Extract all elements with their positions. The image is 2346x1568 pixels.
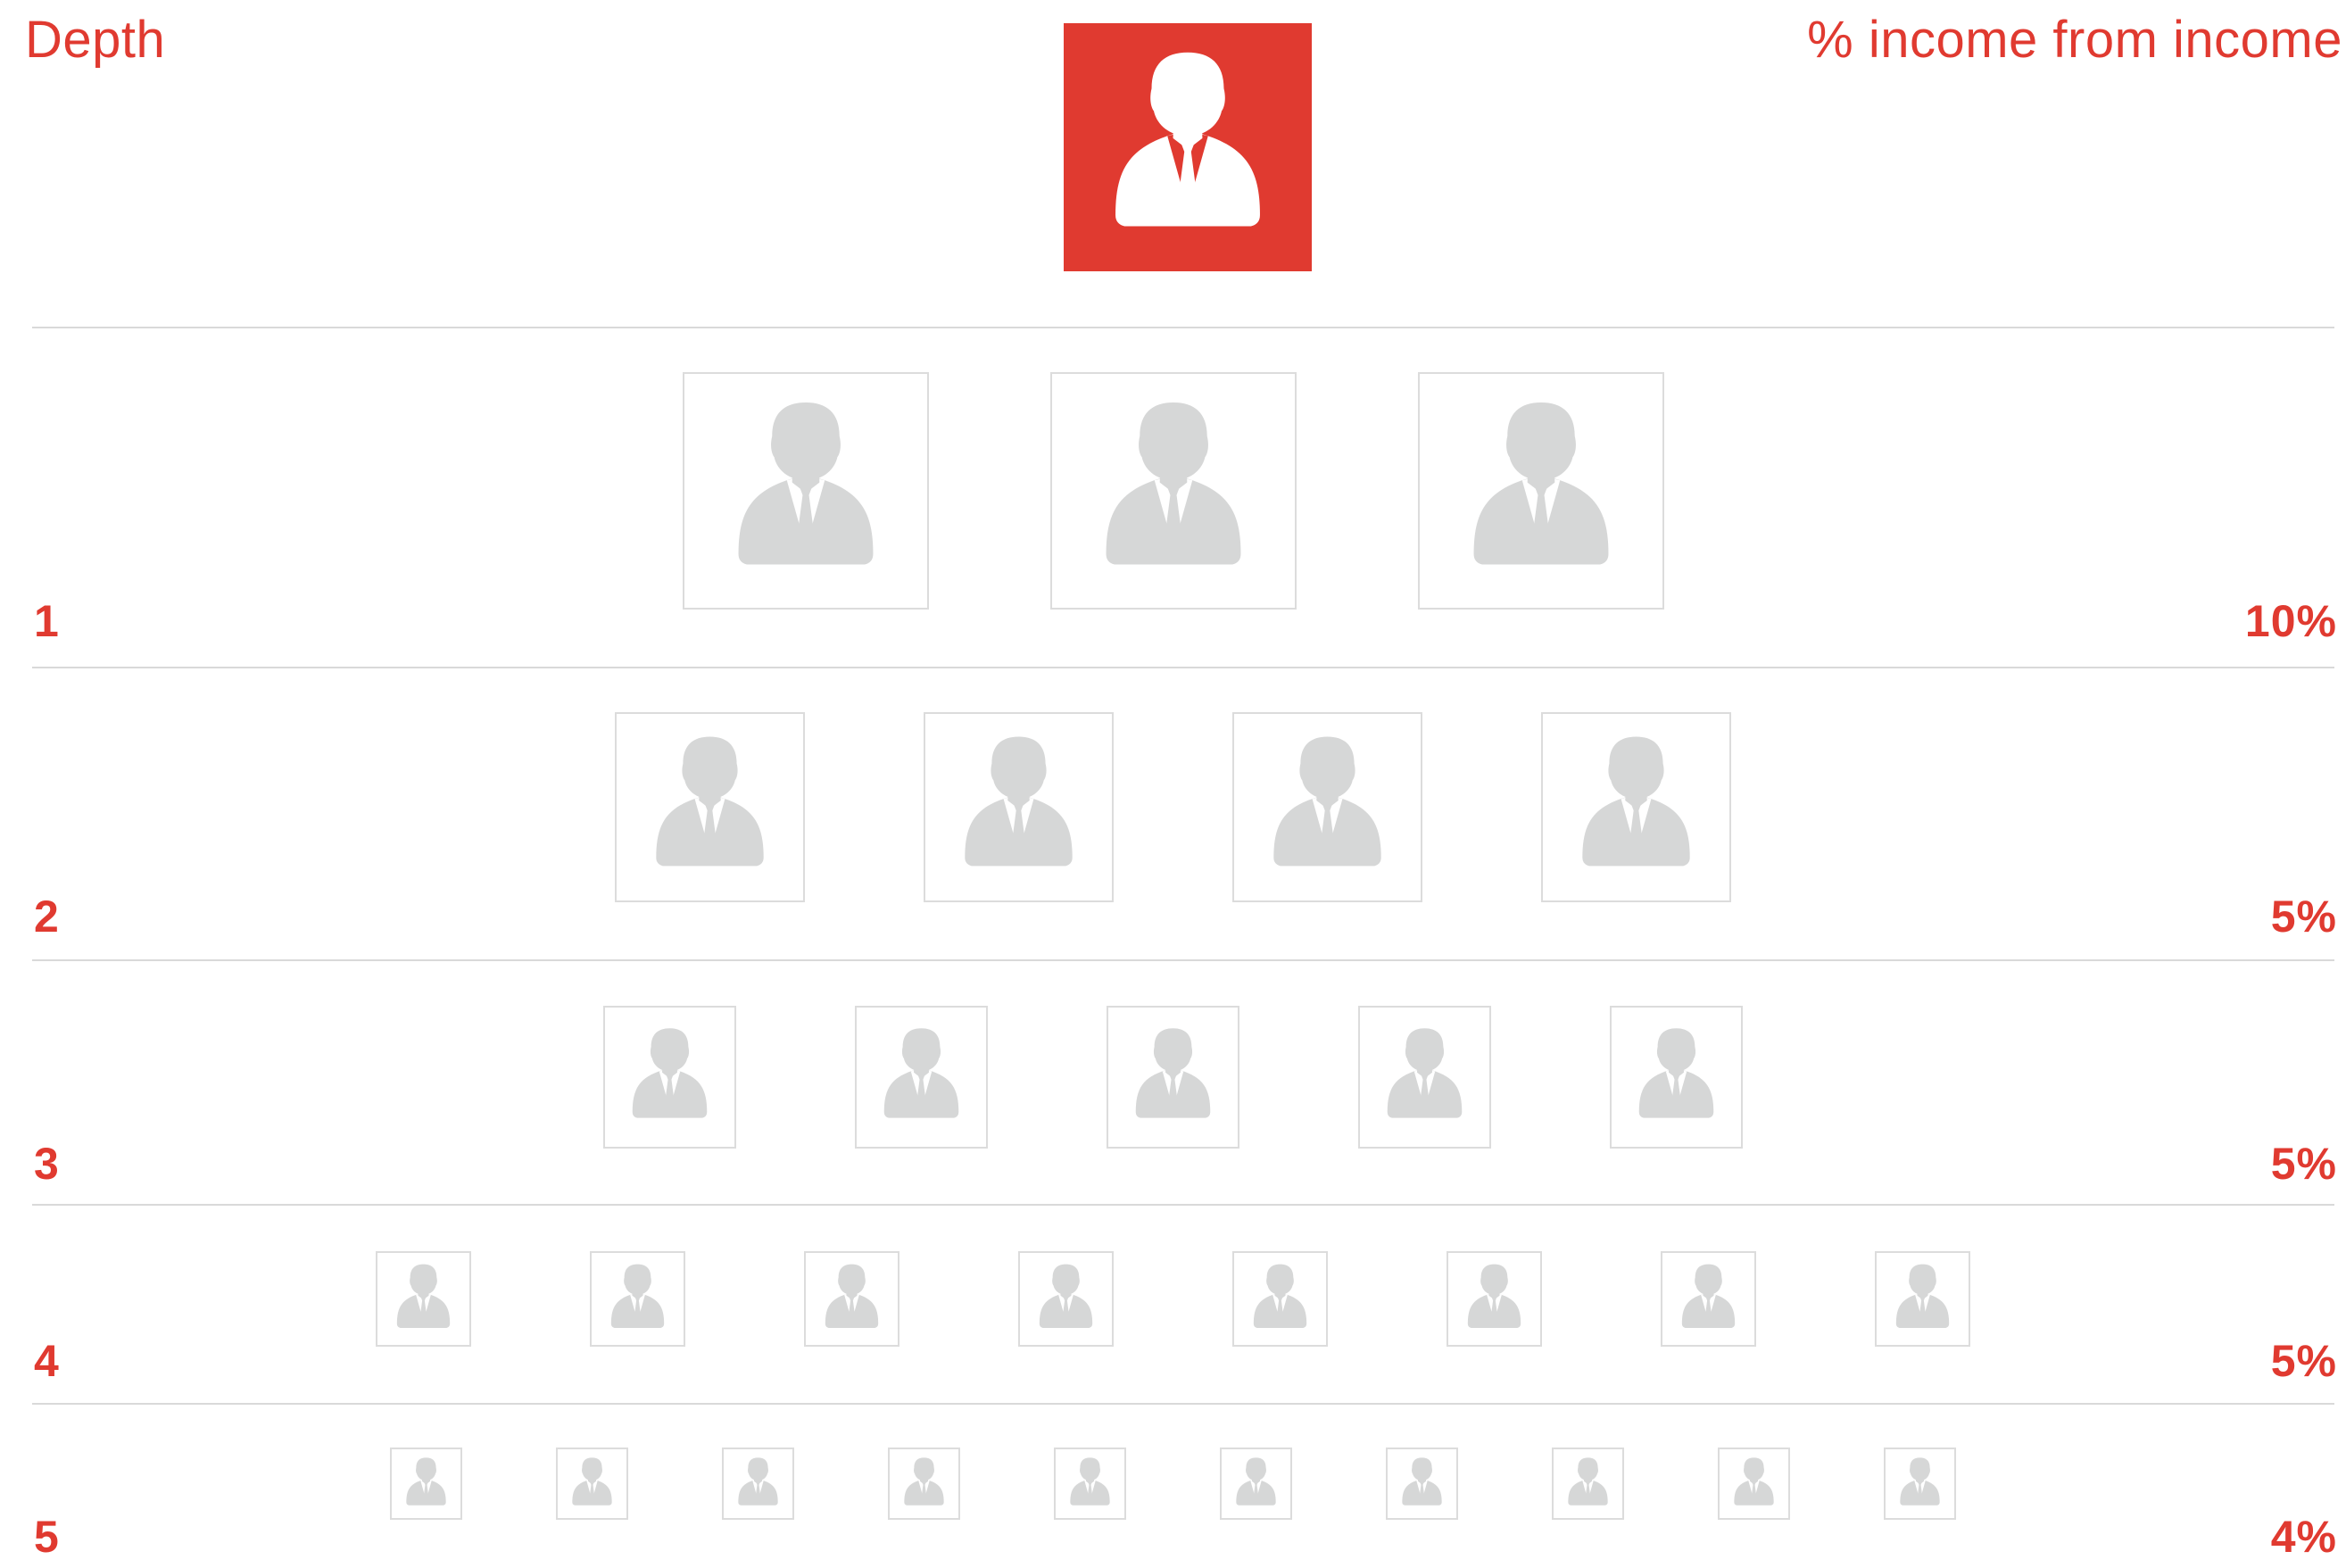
income-percent: 5% — [2270, 1336, 2337, 1386]
member-card — [1552, 1448, 1624, 1520]
member-card — [615, 712, 805, 902]
person-icon — [1253, 1264, 1307, 1328]
member-card — [1232, 712, 1422, 902]
person-icon — [1135, 1028, 1211, 1118]
depth-level-2: 2 5% — [0, 668, 2346, 960]
member-card — [682, 372, 929, 610]
income-percent: 5% — [2270, 1139, 2337, 1189]
person-icon — [1681, 1264, 1736, 1328]
person-icon — [1236, 1457, 1276, 1506]
person-icon — [1568, 1457, 1608, 1506]
income-percent: 5% — [2270, 892, 2337, 942]
person-icon — [1387, 1028, 1463, 1118]
member-card — [1718, 1448, 1790, 1520]
person-icon — [656, 736, 764, 867]
person-icon — [904, 1457, 944, 1506]
member-card — [1018, 1251, 1114, 1347]
person-icon — [825, 1264, 879, 1328]
person-icon — [632, 1028, 708, 1118]
members-row — [0, 712, 2346, 902]
member-card — [1232, 1251, 1328, 1347]
members-row — [0, 1251, 2346, 1347]
member-card — [1049, 372, 1297, 610]
depth-level-3: 3 5% — [0, 961, 2346, 1205]
members-row — [0, 372, 2346, 610]
depth-number: 5 — [34, 1512, 59, 1562]
member-card — [556, 1448, 628, 1520]
member-card — [1358, 1006, 1491, 1149]
person-icon — [1638, 1028, 1714, 1118]
member-card — [1417, 372, 1664, 610]
depth-level-5: 5 4% — [0, 1405, 2346, 1568]
member-card — [376, 1251, 471, 1347]
depth-number: 1 — [34, 596, 59, 646]
depth-level-4: 4 5% — [0, 1206, 2346, 1404]
person-icon — [738, 1457, 778, 1506]
person-icon — [1070, 1457, 1110, 1506]
root-person-box — [1064, 23, 1312, 271]
member-card — [1541, 712, 1731, 902]
depth-header: Depth — [25, 11, 166, 69]
income-percent: 10% — [2244, 596, 2337, 646]
member-card — [1220, 1448, 1292, 1520]
person-icon — [1467, 1264, 1521, 1328]
income-header: % income from income — [1807, 11, 2342, 69]
person-icon — [1473, 402, 1608, 565]
person-icon — [1402, 1457, 1442, 1506]
member-card — [1054, 1448, 1126, 1520]
person-icon — [1273, 736, 1381, 867]
member-card — [855, 1006, 988, 1149]
member-card — [590, 1251, 685, 1347]
member-card — [1610, 1006, 1743, 1149]
depth-level-1: 1 10% — [0, 328, 2346, 668]
members-row — [0, 1448, 2346, 1520]
person-icon — [610, 1264, 665, 1328]
person-icon — [1106, 402, 1240, 565]
member-card — [804, 1251, 899, 1347]
member-card — [924, 712, 1114, 902]
person-icon — [738, 402, 873, 565]
member-card — [390, 1448, 462, 1520]
member-card — [1386, 1448, 1458, 1520]
person-icon — [1039, 1264, 1093, 1328]
member-card — [1661, 1251, 1756, 1347]
person-icon — [406, 1457, 446, 1506]
depth-number: 3 — [34, 1139, 59, 1189]
member-card — [1875, 1251, 1970, 1347]
member-card — [1107, 1006, 1239, 1149]
income-percent: 4% — [2270, 1512, 2337, 1562]
member-card — [888, 1448, 960, 1520]
member-card — [603, 1006, 736, 1149]
member-card — [1884, 1448, 1956, 1520]
person-icon — [572, 1457, 612, 1506]
person-icon — [1582, 736, 1690, 867]
member-card — [1447, 1251, 1542, 1347]
person-icon — [965, 736, 1073, 867]
person-icon — [1900, 1457, 1940, 1506]
person-icon — [1115, 52, 1260, 227]
member-card — [722, 1448, 794, 1520]
depth-number: 2 — [34, 892, 59, 942]
person-icon — [1895, 1264, 1950, 1328]
person-icon — [1734, 1457, 1774, 1506]
depth-number: 4 — [34, 1336, 59, 1386]
members-row — [0, 1006, 2346, 1149]
person-icon — [883, 1028, 959, 1118]
person-icon — [396, 1264, 451, 1328]
